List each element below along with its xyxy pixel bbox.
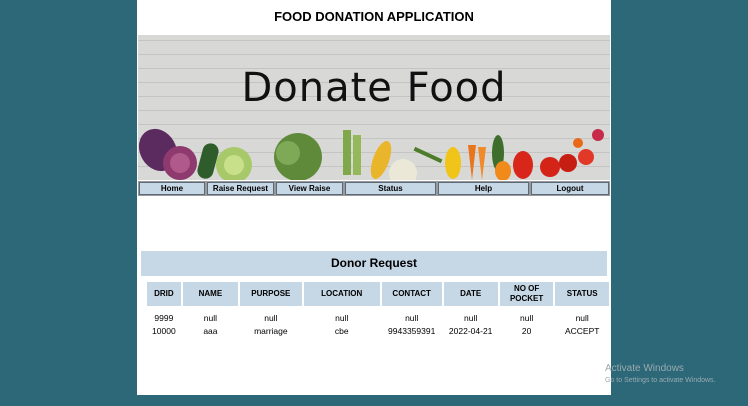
table-row: 10000 aaa marriage cbe 9943359391 2022-0…	[147, 324, 609, 337]
table-row: 9999 null null null null null null null	[147, 306, 609, 324]
cell-status: null	[575, 312, 589, 323]
watermark-subtitle: Go to Settings to activate Windows.	[605, 377, 716, 384]
cell-location: null	[335, 312, 349, 323]
activate-windows-watermark: Activate Windows Go to Settings to activ…	[605, 363, 716, 387]
vegetables-illustration	[138, 128, 604, 180]
column-header-no-of-pocket: NO OF POCKET	[499, 282, 554, 306]
cell-drid: 10000	[152, 325, 176, 336]
column-header-purpose: PURPOSE	[240, 282, 302, 306]
column-header-contact: CONTACT	[381, 282, 442, 306]
donor-request-heading: Donor Request	[141, 251, 607, 276]
cell-name: null	[203, 312, 218, 323]
app-title: FOOD DONATION APPLICATION	[274, 9, 474, 24]
cell-date: 2022-04-21	[448, 325, 493, 336]
cell-no-of-pocket: null	[519, 312, 534, 323]
nav-view-raise-button[interactable]: View Raise	[276, 182, 343, 195]
nav-raise-request-button[interactable]: Raise Request	[207, 182, 274, 195]
nav-help-button[interactable]: Help	[438, 182, 529, 195]
column-header-name: NAME	[182, 282, 239, 306]
column-header-drid: DRID	[147, 282, 181, 306]
footer-bar	[137, 395, 611, 406]
cell-drid: 9999	[154, 312, 174, 323]
banner-image: Donate Food	[138, 35, 610, 180]
column-header-status: STATUS	[555, 282, 609, 306]
cell-name: aaa	[203, 325, 218, 336]
cell-purpose: null	[264, 312, 278, 323]
cell-date: null	[464, 312, 478, 323]
watermark-title: Activate Windows	[605, 363, 684, 374]
nav-bar: Home Raise Request View Raise Status Hel…	[138, 181, 610, 196]
cell-contact: 9943359391	[388, 325, 436, 336]
cell-no-of-pocket: 20	[521, 325, 532, 336]
cell-contact: null	[405, 312, 419, 323]
page-container: FOOD DONATION APPLICATION Donate Food Ho…	[137, 0, 611, 406]
column-header-date: DATE	[443, 282, 498, 306]
cell-purpose: marriage	[254, 325, 288, 336]
donor-request-table: DRID NAME PURPOSE LOCATION CONTACT DATE …	[145, 282, 611, 337]
table-header-row: DRID NAME PURPOSE LOCATION CONTACT DATE …	[147, 282, 609, 306]
nav-logout-button[interactable]: Logout	[531, 182, 609, 195]
cell-status: ACCEPT	[564, 325, 600, 336]
column-header-location: LOCATION	[303, 282, 380, 306]
nav-status-button[interactable]: Status	[345, 182, 436, 195]
cell-location: cbe	[334, 325, 349, 336]
nav-home-button[interactable]: Home	[139, 182, 205, 195]
